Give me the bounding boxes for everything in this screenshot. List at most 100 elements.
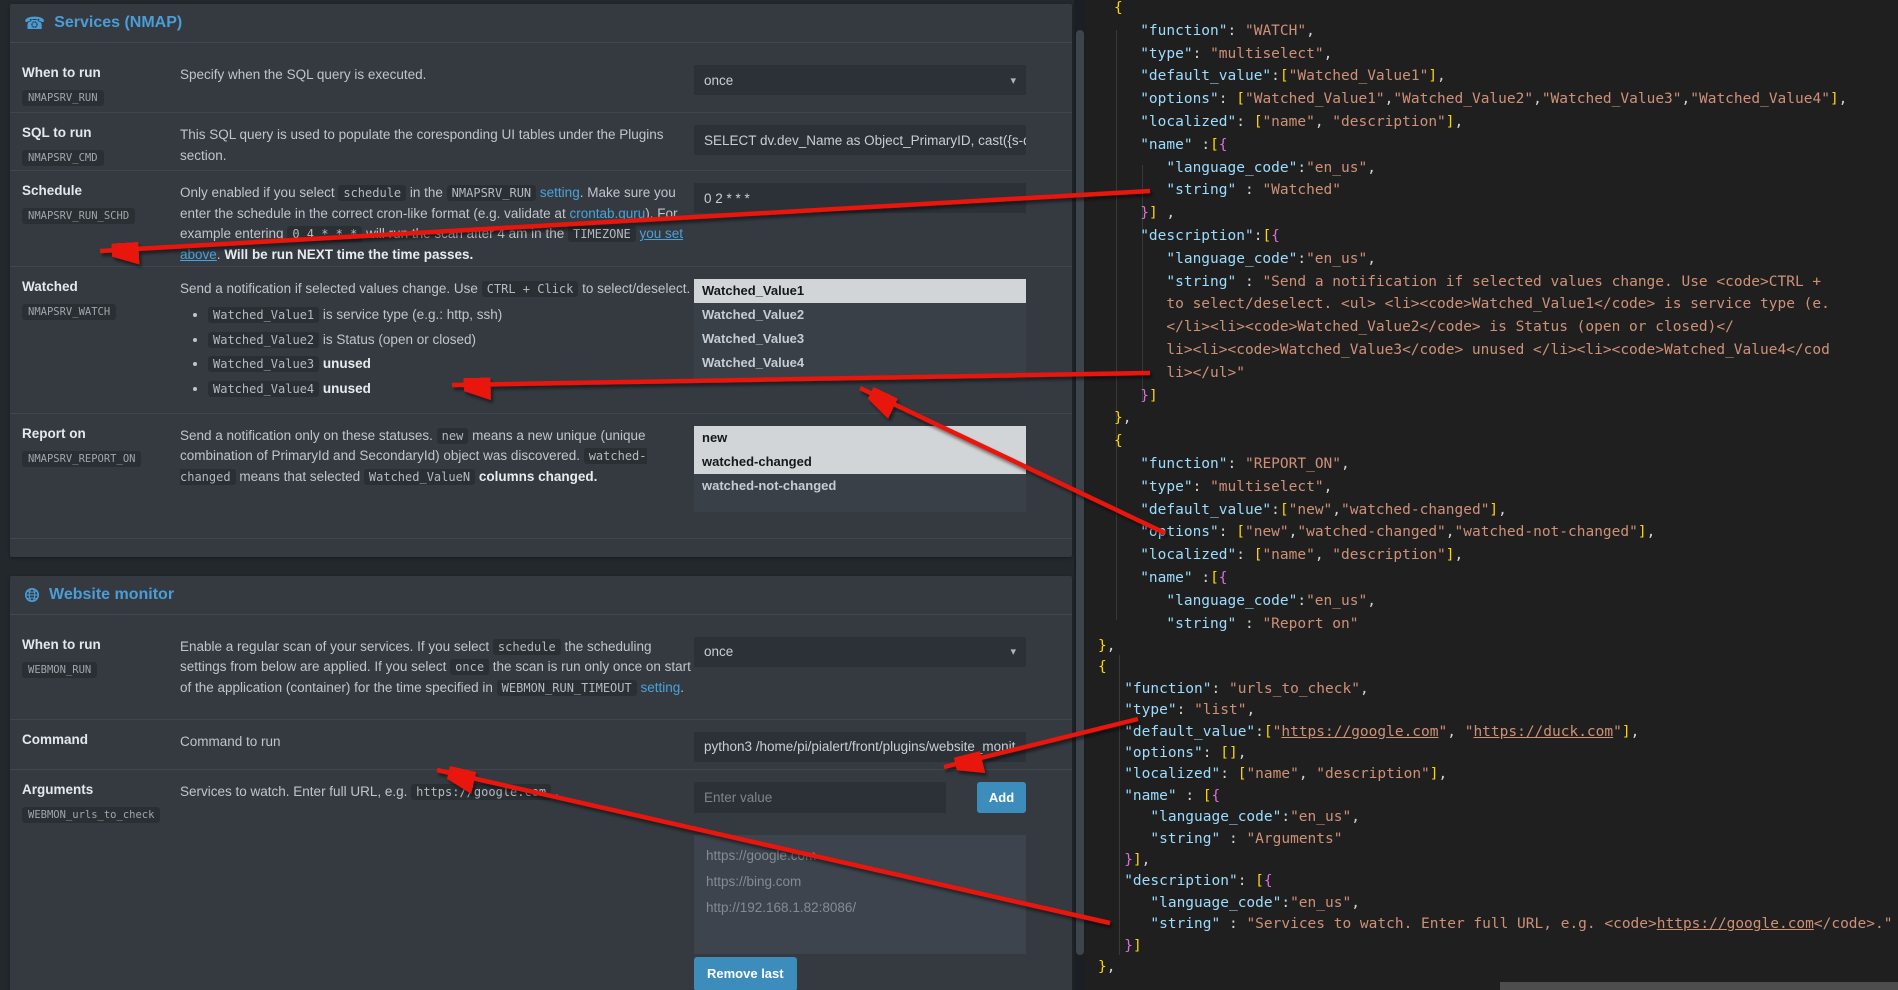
section-header: ☎ Services (NMAP) [10, 4, 1072, 43]
setting-label: When to run [22, 637, 180, 652]
list-item: Watched_Value2 is Status (open or closed… [208, 330, 694, 351]
setting-control-column: Add https://google.comhttps://bing.comhtt… [694, 782, 1026, 990]
inline-code-chip: new [437, 428, 469, 444]
list-item: Watched_Value3 unused [208, 354, 694, 375]
inline-code-chip: Watched_Value4 [208, 381, 319, 397]
inline-code-chip: Watched_Value2 [208, 332, 319, 348]
setting-row-nmapsrv-run: When to run NMAPSRV_RUN Specify when the S… [10, 53, 1072, 112]
setting-row-webmon-run: When to run WEBMON_RUN Enable a regular sc… [10, 625, 1072, 719]
inline-code-chip: NMAPSRV_RUN [447, 185, 536, 201]
description-text: Will be run NEXT time the time passes. [224, 247, 473, 262]
code-editor[interactable]: { "function": "WATCH", "type": "multisel… [1086, 0, 1898, 990]
url-list-item[interactable]: https://bing.com [706, 869, 1014, 895]
multiselect-option-selected[interactable]: watched-changed [694, 450, 1026, 474]
url-list-item[interactable]: http://192.168.1.82:8086/ [706, 895, 1014, 921]
description-text: Enable a regular scan of your services. … [180, 639, 493, 654]
setting-control-column: newwatched-changedwatched-not-changed [694, 426, 1026, 538]
description-text: Specify when the SQL query is executed. [180, 67, 426, 82]
description-text: Only enabled if you select [180, 185, 338, 200]
pialert-plugin-settings-page: ☎ Services (NMAP) When to run NMAPSRV_RUN… [0, 0, 1898, 990]
card-footer [10, 538, 1072, 557]
setting-key-chip: NMAPSRV_REPORT_ON [22, 451, 141, 467]
section-title: Services (NMAP) [54, 14, 182, 32]
website-monitor-section: Website monitor When to runWEBMON_RUNEna… [10, 576, 1072, 990]
description-text: This SQL query is used to populate the c… [180, 127, 664, 163]
setting-control-column: once▾ [694, 65, 1026, 112]
multiselect-option-selected[interactable]: new [694, 426, 1026, 450]
multiselect-option[interactable]: Watched_Value2 [694, 303, 1026, 327]
inline-code-chip: Watched_Value1 [208, 307, 319, 323]
nmapsrv-report-on-multiselect[interactable]: newwatched-changedwatched-not-changed [694, 426, 1026, 512]
nmapsrv-cmd-input[interactable]: SELECT dv.dev_Name as Object_PrimaryID, … [694, 125, 1026, 155]
setting-row-nmapsrv-report-on: Report on NMAPSRV_REPORT_ON Send a notific… [10, 413, 1072, 538]
setting-description: Only enabled if you select schedule in t… [180, 183, 694, 266]
setting-key-chip: NMAPSRV_RUN_SCHD [22, 208, 135, 224]
nmapsrv-watch-multiselect[interactable]: Watched_Value1Watched_Value2Watched_Valu… [694, 279, 1026, 379]
nmapsrv-run-select[interactable]: once▾ [694, 65, 1026, 95]
setting-label: When to run [22, 65, 180, 80]
setting-control-column: 0 2 * * * [694, 183, 1026, 266]
add-url-row: Add [694, 782, 1026, 813]
setting-control-column: python3 /home/pi/pialert/front/plugins/w… [694, 732, 1026, 769]
setting-control-column: SELECT dv.dev_Name as Object_PrimaryID, … [694, 125, 1026, 170]
scrollbar-thumb[interactable] [1076, 30, 1084, 955]
description-text: means that selected [236, 469, 364, 484]
setting-label: Report on [22, 426, 180, 441]
setting-description: Command to run [180, 732, 694, 769]
inline-link[interactable]: setting [540, 185, 580, 200]
inline-code-chip: once [450, 659, 489, 675]
list-item: Watched_Value4 unused [208, 379, 694, 400]
add-button[interactable]: Add [977, 782, 1026, 813]
description-text: unused [323, 356, 371, 371]
setting-label: Watched [22, 279, 180, 294]
setting-key-chip: NMAPSRV_WATCH [22, 304, 116, 320]
scrollbar-thumb[interactable] [1500, 982, 1898, 990]
setting-description: Send a notification only on these status… [180, 426, 694, 538]
description-text: unused [323, 381, 371, 396]
webmon-run-select[interactable]: once ▾ [694, 637, 1026, 667]
setting-row-webmon-urls-to-check: ArgumentsWEBMON_urls_to_checkServices to… [10, 769, 1072, 990]
description-text: . [551, 784, 559, 799]
setting-row-nmapsrv-watch: WatchedNMAPSRV_WATCHSend a notification … [10, 266, 1072, 413]
multiselect-option[interactable]: Watched_Value4 [694, 351, 1026, 375]
editor-horizontal-scrollbar[interactable] [1086, 982, 1898, 990]
select-value: once [704, 644, 733, 659]
url-listbox[interactable]: https://google.comhttps://bing.comhttp:/… [694, 835, 1026, 954]
setting-description: Enable a regular scan of your services. … [180, 637, 694, 719]
url-list-item[interactable]: https://google.com [706, 843, 1014, 869]
phone-volume-icon: ☎ [24, 15, 45, 32]
inline-code-chip: TIMEZONE [568, 226, 636, 242]
chevron-down-icon: ▾ [1010, 645, 1016, 658]
description-text: . [680, 680, 684, 695]
description-text: will run the scan after 4 am in the [362, 226, 568, 241]
setting-description: Services to watch. Enter full URL, e.g. … [180, 782, 694, 990]
settings-rows: When to run WEBMON_RUN Enable a regular sc… [10, 615, 1072, 990]
description-text: in the [406, 185, 447, 200]
setting-label: Command [22, 732, 180, 747]
plugin-config-json-continued[interactable]: }, { "function": "urls_to_check", "type"… [1098, 636, 1892, 990]
multiselect-option-selected[interactable]: Watched_Value1 [694, 279, 1026, 303]
nmapsrv-run-schd-input[interactable]: 0 2 * * * [694, 183, 1026, 213]
description-text: is Status (open or closed) [319, 332, 476, 347]
list-item: Watched_Value1 is service type (e.g.: ht… [208, 305, 694, 326]
setting-label-column: Watched NMAPSRV_WATCH [22, 279, 180, 413]
description-text: Services to watch. Enter full URL, e.g. [180, 784, 411, 799]
inline-code-chip: schedule [338, 185, 406, 201]
remove-last-button[interactable]: Remove last [694, 957, 797, 990]
url-input[interactable] [694, 782, 946, 813]
command-input[interactable]: python3 /home/pi/pialert/front/plugins/w… [694, 732, 1026, 762]
setting-label-column: ScheduleNMAPSRV_RUN_SCHD [22, 183, 180, 266]
plugin-config-json[interactable]: { "function": "WATCH", "type": "multisel… [1114, 0, 1847, 635]
setting-key-chip: WEBMON_RUN [22, 662, 97, 678]
globe-icon [24, 587, 40, 603]
setting-row-command: CommandCommand to runpython3 /home/pi/pi… [10, 719, 1072, 769]
inline-link[interactable]: setting [640, 680, 680, 695]
setting-label-column: SQL to runNMAPSRV_CMD [22, 125, 180, 170]
setting-key-chip: NMAPSRV_RUN [22, 90, 104, 106]
settings-scrollbar[interactable] [1074, 0, 1086, 990]
multiselect-option[interactable]: watched-not-changed [694, 474, 1026, 498]
setting-key-chip: NMAPSRV_CMD [22, 150, 104, 166]
multiselect-option[interactable]: Watched_Value3 [694, 327, 1026, 351]
inline-link[interactable]: crontab.guru [569, 206, 645, 221]
setting-label-column: Report on NMAPSRV_REPORT_ON [22, 426, 180, 538]
